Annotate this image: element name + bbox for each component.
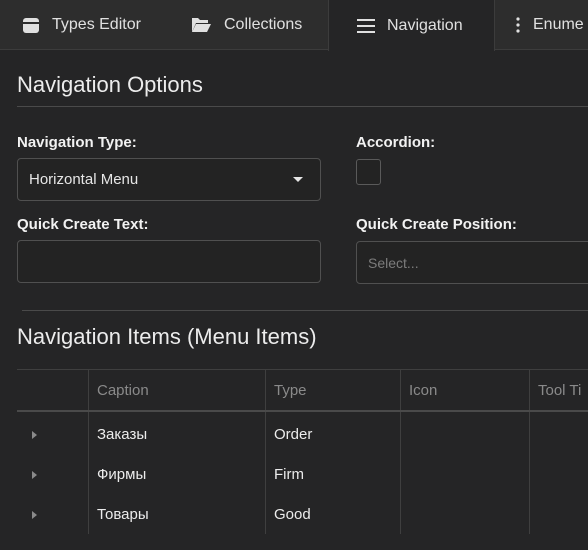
tab-label: Enume	[533, 15, 584, 33]
expand-arrow-icon[interactable]	[32, 511, 37, 519]
table-row[interactable]: Товары Good	[17, 494, 588, 534]
quick-create-position-label: Quick Create Position:	[356, 216, 517, 233]
database-icon	[22, 16, 40, 34]
row-caption: Фирмы	[97, 466, 147, 483]
row-type: Order	[274, 426, 313, 443]
tab-enumerations[interactable]: Enume	[515, 0, 584, 49]
navigation-options-title: Navigation Options	[17, 72, 203, 97]
navigation-type-select[interactable]: Horizontal Menu	[17, 158, 321, 201]
section-divider	[17, 106, 588, 107]
row-type: Good	[274, 506, 311, 523]
table-row[interactable]: Фирмы Firm	[17, 454, 588, 494]
row-type: Firm	[274, 466, 304, 483]
tab-label: Collections	[224, 15, 303, 33]
expand-arrow-icon[interactable]	[32, 471, 37, 479]
tab-bar: Types Editor Collections Navigation Enum…	[0, 0, 588, 51]
tab-navigation[interactable]: Navigation	[328, 0, 495, 51]
expand-arrow-icon[interactable]	[32, 431, 37, 439]
column-header-caption[interactable]: Caption	[97, 382, 149, 399]
tab-label: Types Editor	[52, 15, 141, 33]
quick-create-position-select[interactable]: Select...	[356, 241, 588, 284]
navigation-items-grid: Caption Type Icon Tool Ti Заказы Order Ф…	[17, 369, 588, 550]
quick-create-text-label: Quick Create Text:	[17, 216, 149, 233]
header-divider	[17, 410, 588, 412]
accordion-checkbox[interactable]	[356, 159, 381, 185]
kebab-menu-icon	[515, 16, 521, 33]
navigation-items-title: Navigation Items (Menu Items)	[17, 324, 317, 349]
folder-open-icon	[191, 16, 212, 33]
row-caption: Заказы	[97, 426, 148, 443]
menu-lines-icon	[357, 18, 375, 33]
column-header-type[interactable]: Type	[274, 382, 307, 399]
quick-create-text-input[interactable]	[17, 240, 321, 283]
tab-collections[interactable]: Collections	[191, 0, 302, 49]
tab-label: Navigation	[387, 16, 463, 34]
tab-types-editor[interactable]: Types Editor	[22, 0, 141, 49]
navigation-type-label: Navigation Type:	[17, 134, 137, 151]
chevron-down-icon	[293, 177, 303, 182]
accordion-label: Accordion:	[356, 134, 436, 151]
quick-create-position-placeholder: Select...	[368, 254, 419, 271]
section-divider	[22, 310, 588, 311]
column-header-tooltip[interactable]: Tool Ti	[538, 382, 581, 399]
column-header-icon[interactable]: Icon	[409, 382, 437, 399]
table-row[interactable]: Заказы Order	[17, 414, 588, 454]
row-caption: Товары	[97, 506, 149, 523]
navigation-type-value: Horizontal Menu	[29, 171, 139, 188]
